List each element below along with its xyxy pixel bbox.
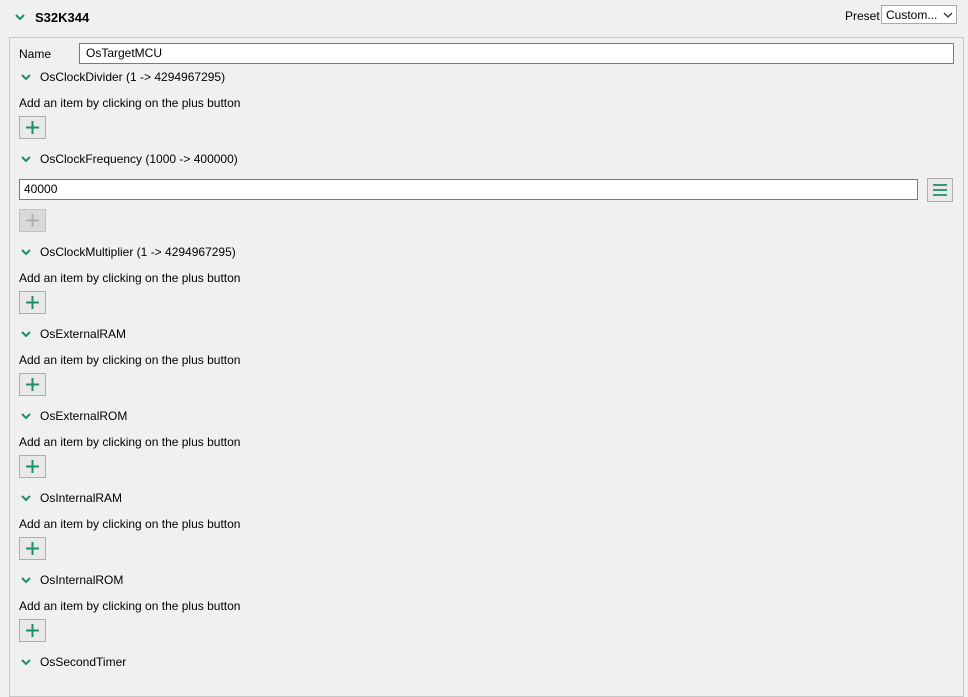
- add-item-hint: Add an item by clicking on the plus butt…: [19, 271, 241, 285]
- add-internal-rom-button[interactable]: [19, 619, 46, 642]
- add-external-rom-button[interactable]: [19, 455, 46, 478]
- section-title-clock-multiplier: OsClockMultiplier (1 -> 4294967295): [40, 245, 236, 259]
- chevron-down-icon[interactable]: [20, 153, 34, 167]
- add-item-hint: Add an item by clicking on the plus butt…: [19, 96, 241, 110]
- add-item-hint: Add an item by clicking on the plus butt…: [19, 599, 241, 613]
- plus-icon: [26, 460, 39, 473]
- chevron-down-icon[interactable]: [20, 71, 34, 85]
- plus-icon: [26, 542, 39, 555]
- add-item-hint: Add an item by clicking on the plus butt…: [19, 353, 241, 367]
- name-input[interactable]: OsTargetMCU: [79, 43, 954, 64]
- chevron-down-icon[interactable]: [20, 246, 34, 260]
- section-title-clock-frequency: OsClockFrequency (1000 -> 400000): [40, 152, 238, 166]
- section-title-second-timer: OsSecondTimer: [40, 655, 127, 669]
- section-title-internal-ram: OsInternalRAM: [40, 491, 123, 505]
- chevron-down-icon[interactable]: [20, 328, 34, 342]
- preset-selected-value: Custom...: [886, 7, 938, 22]
- module-title: S32K344: [35, 10, 90, 25]
- add-clock-frequency-button[interactable]: [19, 209, 46, 232]
- preset-select[interactable]: Custom...: [881, 5, 957, 24]
- chevron-down-icon[interactable]: [20, 410, 34, 424]
- chevron-down-icon[interactable]: [20, 574, 34, 588]
- add-item-hint: Add an item by clicking on the plus butt…: [19, 517, 241, 531]
- plus-icon: [26, 214, 39, 227]
- plus-icon: [26, 296, 39, 309]
- add-clock-divider-button[interactable]: [19, 116, 46, 139]
- section-title-clock-divider: OsClockDivider (1 -> 4294967295): [40, 70, 226, 84]
- add-item-hint: Add an item by clicking on the plus butt…: [19, 435, 241, 449]
- section-title-external-ram: OsExternalRAM: [40, 327, 127, 341]
- add-internal-ram-button[interactable]: [19, 537, 46, 560]
- chevron-down-icon: [940, 6, 956, 23]
- chevron-down-icon[interactable]: [20, 656, 34, 670]
- plus-icon: [26, 624, 39, 637]
- chevron-down-icon[interactable]: [20, 492, 34, 506]
- plus-icon: [26, 121, 39, 134]
- preset-label: Preset: [845, 9, 880, 23]
- collapse-chevron-icon[interactable]: [14, 11, 28, 25]
- section-title-internal-rom: OsInternalROM: [40, 573, 124, 587]
- section-title-external-rom: OsExternalROM: [40, 409, 128, 423]
- configuration-panel: [9, 37, 964, 697]
- add-external-ram-button[interactable]: [19, 373, 46, 396]
- clock-frequency-input[interactable]: 40000: [19, 179, 918, 200]
- clock-frequency-menu-button[interactable]: [927, 178, 953, 202]
- name-label: Name: [19, 47, 52, 61]
- hamburger-menu-icon: [933, 184, 947, 196]
- add-clock-multiplier-button[interactable]: [19, 291, 46, 314]
- plus-icon: [26, 378, 39, 391]
